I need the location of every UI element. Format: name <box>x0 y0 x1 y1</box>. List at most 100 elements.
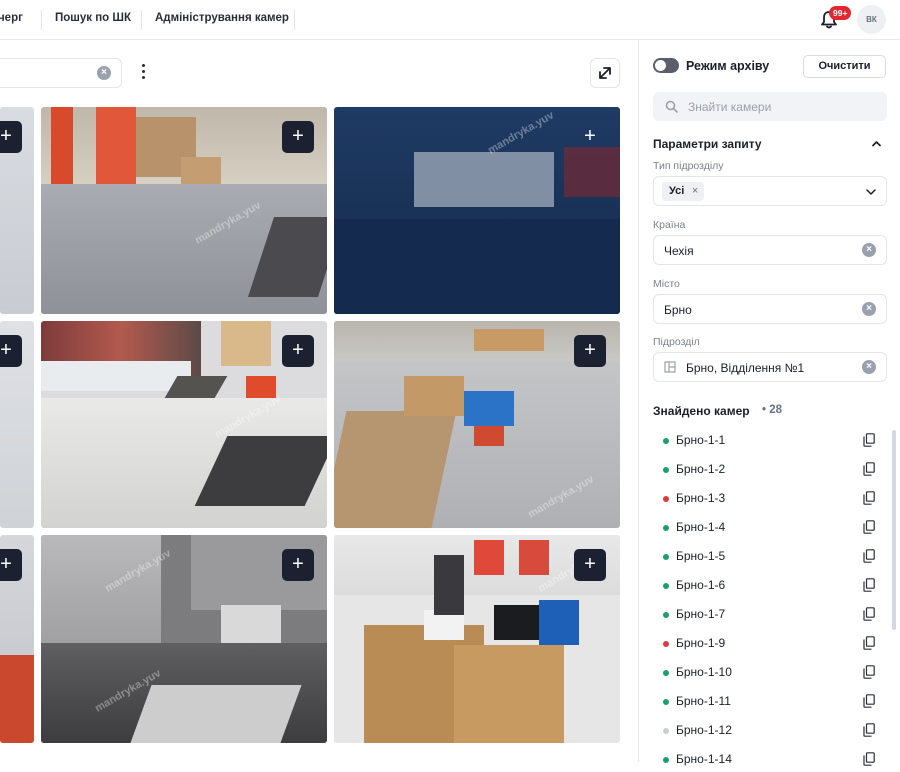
camera-list-item[interactable]: Брно-1-7 <box>663 605 875 627</box>
add-camera-button[interactable]: + <box>0 335 22 367</box>
camera-list-item[interactable]: Брно-1-11 <box>663 692 875 714</box>
user-avatar[interactable]: ВК <box>857 5 886 34</box>
copy-icon[interactable] <box>863 578 875 592</box>
status-dot <box>663 728 669 734</box>
camera-name: Брно-1-9 <box>676 636 726 650</box>
copy-icon[interactable] <box>863 723 875 737</box>
clear-search-icon[interactable]: × <box>97 66 111 80</box>
copy-icon[interactable] <box>863 462 875 476</box>
building-icon <box>664 361 676 373</box>
nav-item-barcode-search[interactable]: Пошук по ШК <box>55 12 131 24</box>
more-options-icon[interactable] <box>138 64 148 82</box>
camera-name: Брно-1-14 <box>676 752 732 766</box>
add-camera-button[interactable]: + <box>0 549 22 581</box>
chevron-down-icon[interactable] <box>866 188 876 196</box>
unit-type-select[interactable]: Усі × <box>653 176 887 206</box>
camera-list-item[interactable]: Брно-1-2 <box>663 460 875 482</box>
camera-tile[interactable]: mandryka.yuv + <box>334 107 620 314</box>
status-dot <box>663 554 669 560</box>
status-dot <box>663 699 669 705</box>
camera-list-item[interactable]: Брно-1-5 <box>663 547 875 569</box>
camera-name: Брно-1-2 <box>676 462 726 476</box>
copy-icon[interactable] <box>863 636 875 650</box>
camera-name: Брно-1-12 <box>676 723 732 737</box>
archive-mode-label: Режим архіву <box>686 59 770 73</box>
camera-list-item[interactable]: Брно-1-12 <box>663 721 875 743</box>
city-label: Місто <box>653 278 680 290</box>
copy-icon[interactable] <box>863 694 875 708</box>
copy-icon[interactable] <box>863 752 875 766</box>
camera-list-item[interactable]: Брно-1-6 <box>663 576 875 598</box>
camera-grid-area: × + mandryka.yuv + mandryka.yuv + + mand… <box>0 40 638 762</box>
copy-icon[interactable] <box>863 607 875 621</box>
nav-item-camera-admin[interactable]: Адміністрування камер <box>155 12 289 24</box>
copy-icon[interactable] <box>863 491 875 505</box>
camera-search-placeholder: Знайти камери <box>688 100 772 114</box>
add-camera-button[interactable]: + <box>574 121 606 153</box>
unit-type-label: Тип підрозділу <box>653 160 724 172</box>
camera-tile[interactable]: mandryka.yuv + <box>41 107 327 314</box>
chevron-up-icon[interactable] <box>872 139 881 148</box>
camera-name: Брно-1-10 <box>676 665 732 679</box>
city-select[interactable]: Брно × <box>653 294 887 324</box>
clear-unit-icon[interactable]: × <box>862 360 876 374</box>
camera-grid-search-input[interactable]: × <box>0 58 122 88</box>
status-dot <box>663 612 669 618</box>
add-camera-button[interactable]: + <box>574 549 606 581</box>
camera-name: Брно-1-6 <box>676 578 726 592</box>
camera-list-item[interactable]: Брно-1-10 <box>663 663 875 685</box>
status-dot <box>663 757 669 763</box>
query-params-title[interactable]: Параметри запиту <box>653 137 762 151</box>
add-camera-button[interactable]: + <box>282 335 314 367</box>
camera-name: Брно-1-7 <box>676 607 726 621</box>
status-dot <box>663 583 669 589</box>
camera-tile[interactable]: mandryka.yuv mandryka.yuv + <box>41 535 327 743</box>
camera-tile[interactable]: mandryka.yuv + <box>334 535 620 743</box>
camera-tile[interactable]: + <box>0 321 34 528</box>
country-value: Чехія <box>664 244 694 258</box>
camera-list-item[interactable]: Брно-1-4 <box>663 518 875 540</box>
fullscreen-button[interactable] <box>590 58 620 88</box>
nav-item-queues[interactable]: черг <box>0 12 23 24</box>
unit-select[interactable]: Брно, Відділення №1 × <box>653 352 887 382</box>
status-dot <box>663 670 669 676</box>
add-camera-button[interactable]: + <box>282 121 314 153</box>
country-select[interactable]: Чехія × <box>653 235 887 265</box>
filter-panel: Режим архіву Очистити Знайти камери Пара… <box>638 40 900 766</box>
copy-icon[interactable] <box>863 549 875 563</box>
camera-list-item[interactable]: Брно-1-9 <box>663 634 875 656</box>
add-camera-button[interactable]: + <box>574 335 606 367</box>
camera-tile[interactable]: + <box>0 535 34 743</box>
copy-icon[interactable] <box>863 433 875 447</box>
clear-country-icon[interactable]: × <box>862 243 876 257</box>
camera-name: Брно-1-11 <box>676 694 731 708</box>
camera-tile[interactable]: mandryka.yuv + <box>334 321 620 528</box>
copy-icon[interactable] <box>863 520 875 534</box>
camera-list-item[interactable]: Брно-1-1 <box>663 431 875 453</box>
copy-icon[interactable] <box>863 665 875 679</box>
camera-list-scrollbar[interactable] <box>892 430 896 630</box>
camera-list-item[interactable]: Брно-1-3 <box>663 489 875 511</box>
status-dot <box>663 438 669 444</box>
country-label: Країна <box>653 219 686 231</box>
status-dot <box>663 467 669 473</box>
camera-list-item[interactable]: Брно-1-14 <box>663 750 875 772</box>
unit-type-chip-label: Усі <box>669 185 685 197</box>
add-camera-button[interactable]: + <box>0 121 22 153</box>
archive-mode-toggle[interactable] <box>653 58 679 73</box>
nav-separator <box>41 10 42 30</box>
camera-name: Брно-1-1 <box>676 433 726 447</box>
clear-filters-button[interactable]: Очистити <box>803 55 886 78</box>
camera-search-input[interactable]: Знайти камери <box>653 92 887 121</box>
status-dot <box>663 641 669 647</box>
clear-city-icon[interactable]: × <box>862 302 876 316</box>
camera-tile[interactable]: mandryka.yuv + <box>41 321 327 528</box>
status-dot <box>663 525 669 531</box>
unit-type-chip[interactable]: Усі × <box>662 182 705 201</box>
add-camera-button[interactable]: + <box>282 549 314 581</box>
camera-name: Брно-1-3 <box>676 491 726 505</box>
camera-tile[interactable]: + <box>0 107 34 314</box>
remove-chip-icon[interactable]: × <box>692 182 698 201</box>
camera-watermark: mandryka.yuv <box>485 109 557 157</box>
city-value: Брно <box>664 303 692 317</box>
